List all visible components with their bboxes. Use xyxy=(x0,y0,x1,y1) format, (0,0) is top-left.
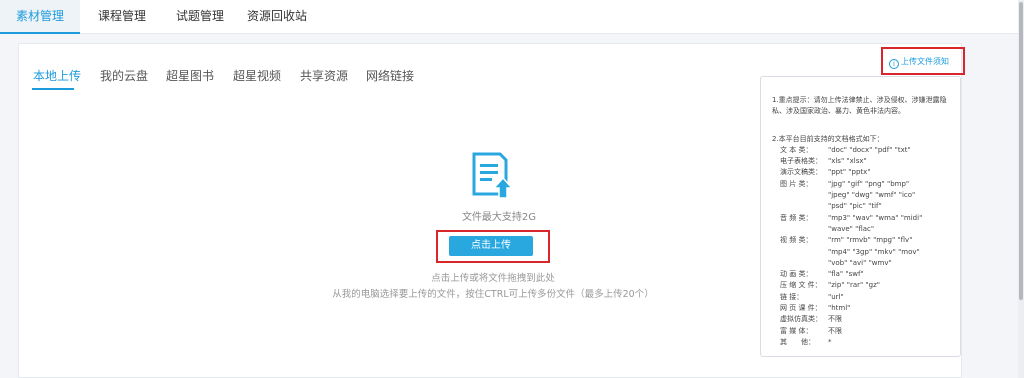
format-values: "url" xyxy=(828,292,950,303)
format-value-line: "doc" "docx" "pdf" "txt" xyxy=(828,145,911,154)
format-value-line: 不限 xyxy=(828,326,842,335)
format-value-line: "html" xyxy=(828,304,851,313)
format-values: "mp3" "wav" "wma" "midi" "wave" "flac" xyxy=(828,213,950,236)
format-label: 文 本 类： xyxy=(780,145,813,154)
format-row: 其 他： * xyxy=(772,337,950,348)
format-label: 其 他： xyxy=(780,337,815,346)
format-label: 压 缩 文 件： xyxy=(780,281,822,290)
format-value-line: "jpeg" "dwg" "wmf" "ico" xyxy=(828,191,916,200)
format-label: 电子表格类： xyxy=(780,157,822,166)
format-label: 演示文稿类： xyxy=(780,168,822,177)
format-row: 图 片 类： "jpg" "gif" "png" "bmp" "jpeg" "dwg… xyxy=(772,179,950,213)
active-tab-underline xyxy=(32,88,74,90)
format-value-line: "vob" "avi" "wmv" xyxy=(828,258,892,267)
format-values: 不限 xyxy=(828,314,950,325)
format-row: 文 本 类： "doc" "docx" "pdf" "txt" xyxy=(772,145,950,156)
format-value-line: "fla" "swf" xyxy=(828,270,864,279)
tab-resource-recycle-bin[interactable]: 资源回收站 xyxy=(247,0,307,34)
format-row: 网 页 课 件： "html" xyxy=(772,303,950,314)
tab-material-management[interactable]: 素材管理 xyxy=(0,0,81,34)
format-label: 图 片 类： xyxy=(780,179,813,188)
upload-button-highlight-box xyxy=(436,230,550,263)
format-value-line: * xyxy=(828,337,832,346)
format-value-line: "psd" "pic" "tif" xyxy=(828,202,882,211)
format-value-line: "xls" "xlsx" xyxy=(828,157,867,166)
format-value-line: "jpg" "gif" "png" "bmp" xyxy=(828,179,910,188)
format-list: 文 本 类： "doc" "docx" "pdf" "txt" 电子表格类： "xls… xyxy=(772,145,950,348)
tab-course-management[interactable]: 课程管理 xyxy=(98,0,146,34)
notice-formats-title: 2.本平台目前支持的文档格式如下： xyxy=(772,134,884,143)
format-values: "zip" "rar" "gz" xyxy=(828,280,950,291)
drag-drop-hint: 点击上传或将文件拖拽到此处 xyxy=(431,273,555,284)
vertical-scrollbar[interactable] xyxy=(1018,0,1024,378)
subtab-chaoxing-books[interactable]: 超星图书 xyxy=(166,67,214,89)
format-label: 音 频 类： xyxy=(780,213,813,222)
format-values: "html" xyxy=(828,303,950,314)
format-label: 链 接： xyxy=(780,292,804,301)
upload-info-panel: 1.重点提示：请勿上传法律禁止、涉及侵权、涉嫌泄露隐私、涉及国家政治、暴力、黄色… xyxy=(760,76,961,357)
subtab-web-link[interactable]: 网络链接 xyxy=(366,67,414,89)
format-row: 演示文稿类： "ppt" "pptx" xyxy=(772,167,950,178)
format-values: "ppt" "pptx" xyxy=(828,167,950,178)
format-values: "fla" "swf" xyxy=(828,269,950,280)
format-value-line: "mp4" "3gp" "mkv" "mov" xyxy=(828,247,920,256)
format-row: 虚拟仿真类： 不限 xyxy=(772,314,950,325)
format-values: "rm" "rmvb" "mpg" "flv" "mp4" "3gp" "mkv"… xyxy=(828,235,950,269)
upload-panel: 本地上传 我的云盘 超星图书 超星视频 共享资源 网络链接 文件最大支持2G 点… xyxy=(18,43,965,378)
format-value-line: "ppt" "pptx" xyxy=(828,168,871,177)
top-tab-bar: 素材管理 课程管理 试题管理 资源回收站 xyxy=(0,0,1018,34)
upload-notice-label: 上传文件须知 xyxy=(901,57,949,66)
format-row: 视 频 类： "rm" "rmvb" "mpg" "flv" "mp4" "3gp"… xyxy=(772,235,950,269)
format-values: * xyxy=(828,337,950,348)
subtab-chaoxing-video[interactable]: 超星视频 xyxy=(233,67,281,89)
format-values: "doc" "docx" "pdf" "txt" xyxy=(828,145,950,156)
subtab-local-upload[interactable]: 本地上传 xyxy=(33,67,81,89)
format-row: 链 接： "url" xyxy=(772,292,950,303)
info-icon: i xyxy=(889,59,899,69)
format-row: 动 画 类： "fla" "swf" xyxy=(772,269,950,280)
subtab-shared-resources[interactable]: 共享资源 xyxy=(300,67,348,89)
subtab-my-cloud[interactable]: 我的云盘 xyxy=(100,67,148,89)
upload-notice-link[interactable]: i 上传文件须知 xyxy=(889,56,949,69)
format-label: 网 页 课 件： xyxy=(780,304,822,313)
format-value-line: "url" xyxy=(828,292,844,301)
format-values: 不限 xyxy=(828,326,950,337)
format-values: "jpg" "gif" "png" "bmp" "jpeg" "dwg" "wmf… xyxy=(828,179,950,213)
notice-important: 1.重点提示：请勿上传法律禁止、涉及侵权、涉嫌泄露隐私、涉及国家政治、暴力、黄色… xyxy=(772,96,947,116)
format-value-line: "rm" "rmvb" "mpg" "flv" xyxy=(828,236,913,245)
format-values: "xls" "xlsx" xyxy=(828,156,950,167)
format-row: 压 缩 文 件： "zip" "rar" "gz" xyxy=(772,280,950,291)
format-label: 视 频 类： xyxy=(780,236,813,245)
format-label: 动 画 类： xyxy=(780,270,813,279)
format-row: 富 媒 体： 不限 xyxy=(772,326,950,337)
format-label: 富 媒 体： xyxy=(780,326,813,335)
format-value-line: "zip" "rar" "gz" xyxy=(828,281,880,290)
format-row: 电子表格类： "xls" "xlsx" xyxy=(772,156,950,167)
upload-file-icon xyxy=(472,152,514,199)
select-files-hint: 从我的电脑选择要上传的文件，按住CTRL可上传多份文件（最多上传20个） xyxy=(332,289,654,300)
tab-question-management[interactable]: 试题管理 xyxy=(176,0,224,34)
format-row: 音 频 类： "mp3" "wav" "wma" "midi" "wave" "fl… xyxy=(772,213,950,236)
format-value-line: "wave" "flac" xyxy=(828,224,875,233)
scrollbar-thumb[interactable] xyxy=(1019,2,1023,300)
format-value-line: 不限 xyxy=(828,315,842,324)
format-label: 虚拟仿真类： xyxy=(780,315,822,324)
format-value-line: "mp3" "wav" "wma" "midi" xyxy=(828,213,923,222)
max-size-note: 文件最大支持2G xyxy=(461,212,537,223)
